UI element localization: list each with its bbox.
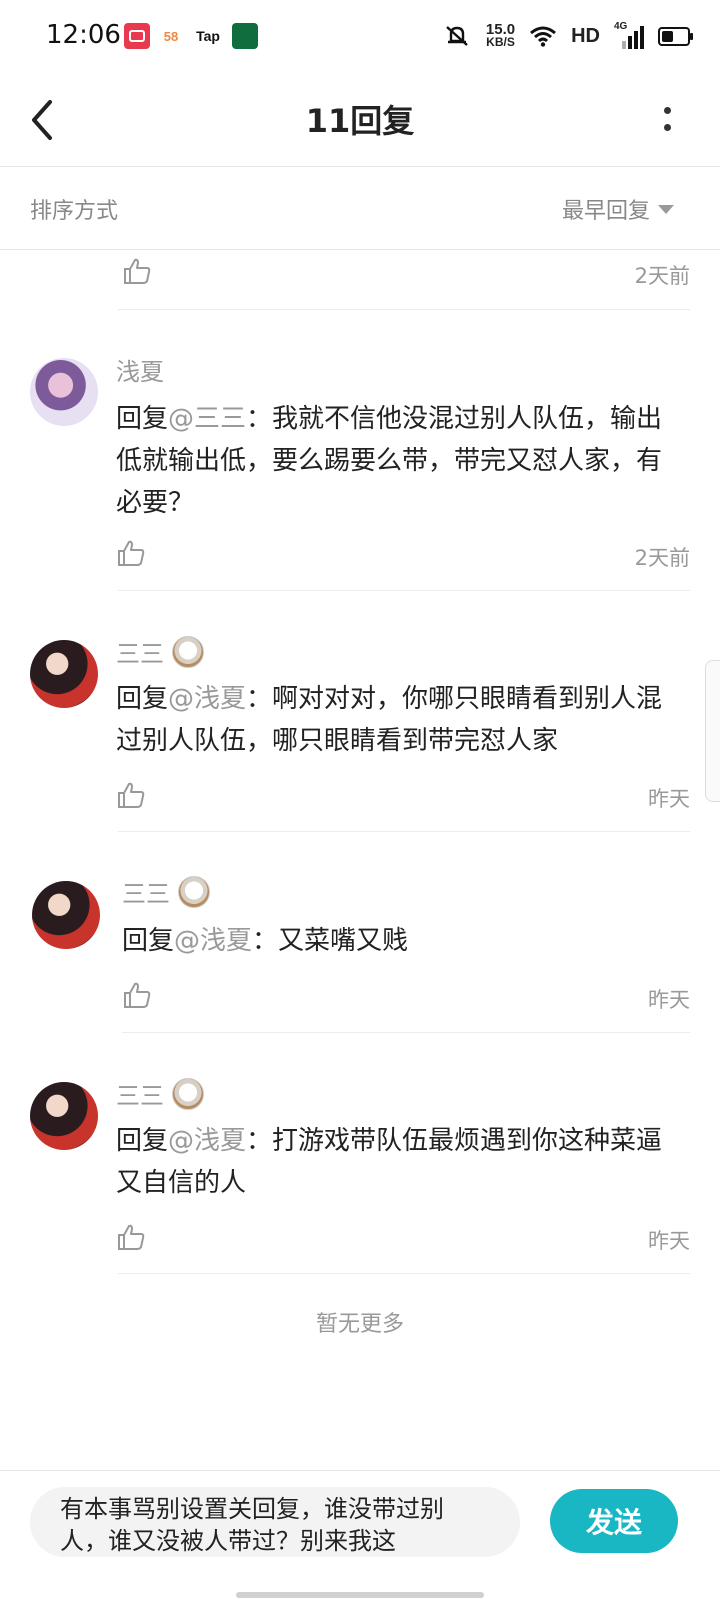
bank-app-icon	[232, 23, 258, 49]
comment-text: 回复@浅夏：又菜嘴又贱	[122, 926, 409, 956]
taptap-icon: Tap	[192, 23, 224, 49]
scrollbar-handle[interactable]	[705, 660, 720, 802]
divider	[118, 831, 690, 832]
avatar-badge-icon	[178, 875, 210, 908]
more-options-button[interactable]	[654, 94, 680, 144]
thumbs-up-icon[interactable]	[116, 1222, 146, 1252]
comment-time: 2天前	[634, 264, 690, 288]
divider	[118, 1273, 690, 1274]
comment-time: 昨天	[648, 988, 690, 1012]
mute-bell-icon	[446, 26, 468, 46]
battery-level	[662, 30, 673, 42]
thumbs-up-icon[interactable]	[122, 980, 152, 1010]
avatar[interactable]	[30, 1082, 98, 1150]
send-button[interactable]: 发送	[550, 1489, 678, 1553]
username[interactable]: 浅夏	[116, 352, 164, 387]
notification-icons: 58 Tap	[124, 22, 258, 50]
no-more-label: 暂无更多	[315, 1312, 404, 1337]
divider	[122, 1032, 690, 1033]
page-title: 11回复	[305, 102, 415, 140]
mention-link[interactable]: @浅夏	[174, 926, 252, 956]
comment-time: 2天前	[634, 546, 690, 570]
comment-text: 回复@浅夏：啊对对对，你哪只眼睛看到别人混过别人队伍，哪只眼睛看到带完怼人家	[116, 684, 663, 756]
avatar-badge-icon	[172, 1077, 204, 1110]
thumbs-up-icon[interactable]	[116, 780, 146, 810]
avatar[interactable]	[30, 358, 98, 426]
top-nav-bar: 11回复	[0, 72, 720, 167]
username[interactable]: 三三	[122, 874, 210, 909]
mention-link[interactable]: @浅夏	[168, 684, 246, 714]
sort-dropdown[interactable]: 最早回复	[562, 193, 674, 225]
dot-icon	[663, 124, 671, 131]
thumbs-up-icon[interactable]	[116, 538, 146, 568]
video-app-icon	[124, 23, 150, 49]
sort-bar: 排序方式 最早回复	[0, 167, 720, 250]
wifi-icon	[530, 26, 557, 47]
divider	[118, 309, 690, 310]
network-speed: 15.0 KB/S	[485, 21, 516, 49]
caret-down-icon	[658, 204, 674, 214]
status-indicators: 15.0 KB/S HD 4G	[442, 20, 693, 52]
sort-label: 排序方式	[30, 199, 119, 224]
avatar[interactable]	[32, 881, 100, 949]
home-indicator[interactable]	[236, 1592, 484, 1598]
comment-time: 昨天	[648, 1229, 690, 1253]
comment-text: 回复@三三：我就不信他没混过别人队伍，输出低就输出低，要么踢要么带，带完又怼人家…	[116, 404, 663, 518]
battery-icon	[658, 26, 693, 46]
avatar[interactable]	[30, 640, 98, 708]
comment-time: 昨天	[648, 787, 690, 811]
reply-input[interactable]: 有本事骂别设置关回复，谁没带过别人，谁又没被人带过？别来我这	[30, 1487, 520, 1557]
username[interactable]: 三三	[116, 634, 204, 669]
hd-indicator: HD	[571, 24, 600, 47]
sort-selected-value: 最早回复	[561, 199, 650, 224]
app-58-icon: 58	[158, 23, 184, 49]
cellular-signal-icon: 4G	[614, 21, 644, 49]
username[interactable]: 三三	[116, 1076, 204, 1111]
divider	[118, 590, 690, 591]
mention-link[interactable]: @三三	[168, 404, 246, 434]
avatar-badge-icon	[172, 635, 204, 668]
thumbs-up-icon[interactable]	[122, 256, 152, 286]
dot-icon	[663, 107, 671, 114]
comment-text: 回复@浅夏：打游戏带队伍最烦遇到你这种菜逼又自信的人	[116, 1126, 663, 1198]
status-time: 12:06	[46, 20, 121, 50]
mention-link[interactable]: @浅夏	[168, 1126, 246, 1156]
reply-bar: 有本事骂别设置关回复，谁没带过别人，谁又没被人带过？别来我这 发送	[0, 1470, 720, 1601]
status-bar: 12:06 58 Tap 15.0 KB/S HD 4G	[0, 0, 720, 72]
